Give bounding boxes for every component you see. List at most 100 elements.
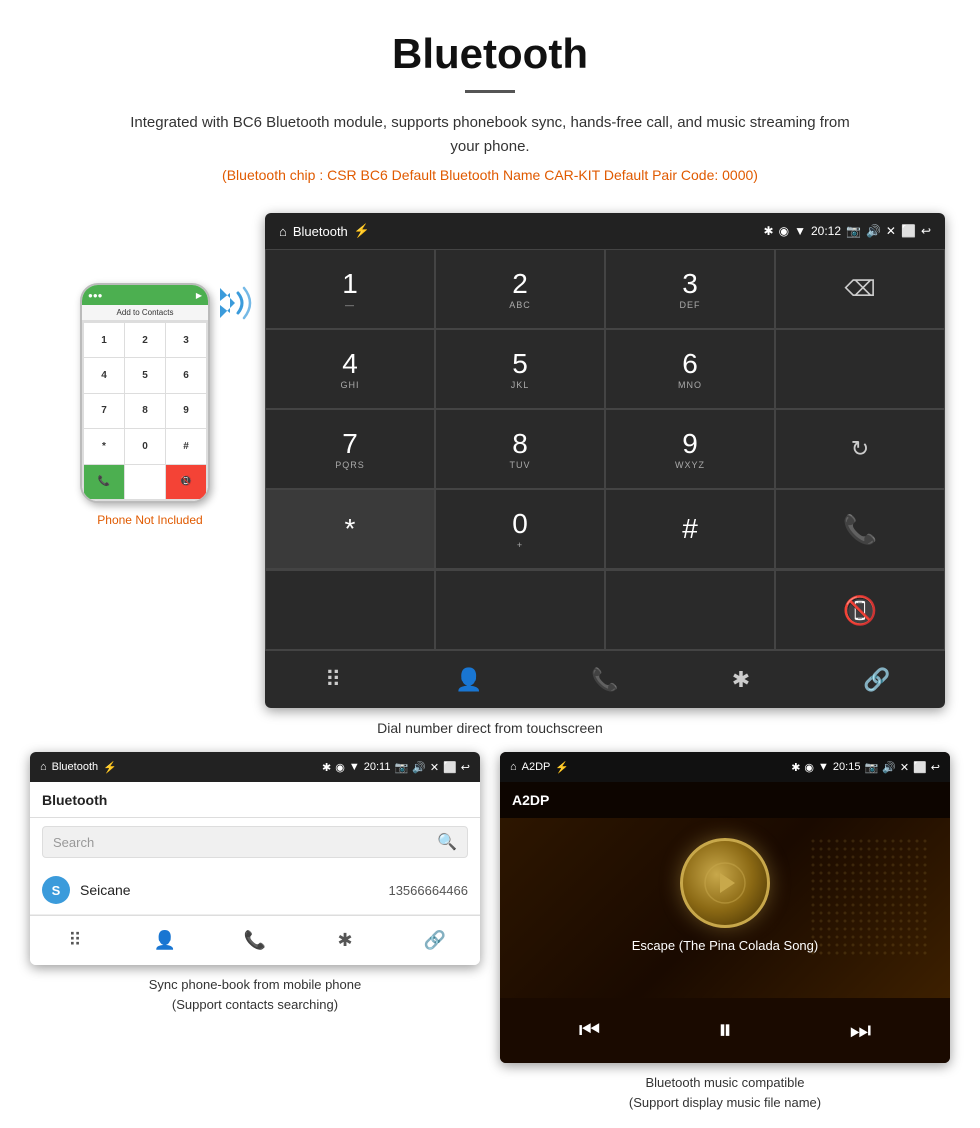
dial-key-7[interactable]: 7 PQRS (265, 409, 435, 489)
dial-refresh-button[interactable]: ↻ (775, 409, 945, 489)
phone-key-9: 9 (166, 394, 206, 428)
pb-title: Bluetooth (42, 792, 107, 808)
ms-status-bar: ⌂ A2DP ⚡ ✱ ◉ ▼ 20:15 📷 🔊 ✕ ⬜ ↩ (500, 752, 950, 782)
pb-nav-link[interactable]: 🔗 (390, 916, 480, 965)
pb-nav-contacts[interactable]: 👤 (120, 916, 210, 965)
usb-icon: ⚡ (354, 223, 370, 239)
nav-dialpad-icon[interactable]: ⠿ (265, 651, 401, 708)
phone-contact-bar: Add to Contacts (82, 305, 208, 321)
dial-key-hash[interactable]: # (605, 489, 775, 569)
top-section: ●●●▶ Add to Contacts 1 2 3 4 5 6 7 8 (30, 213, 950, 708)
phone-key-call: 📞 (84, 465, 124, 499)
description-text: Integrated with BC6 Bluetooth module, su… (115, 111, 865, 159)
dial-key-star[interactable]: * (265, 489, 435, 569)
ms-dots-background (810, 838, 930, 958)
phone-key-8: 8 (125, 394, 165, 428)
phonebook-screen: ⌂ Bluetooth ⚡ ✱ ◉ ▼ 20:11 📷 🔊 ✕ ⬜ ↩ (30, 752, 480, 965)
page-title: Bluetooth (20, 30, 960, 78)
status-left: ⌂ Bluetooth ⚡ (279, 223, 370, 239)
pb-x-icon: ✕ (430, 761, 439, 774)
ms-signal-icon: ▼ (818, 761, 829, 773)
ms-album-area: Escape (The Pina Colada Song) (500, 818, 950, 998)
ms-app-title: A2DP (512, 792, 549, 808)
pb-nav-bluetooth[interactable]: ✱ (300, 916, 390, 965)
pb-contact-name: Seicane (80, 882, 388, 898)
nav-contacts-icon[interactable]: 👤 (401, 651, 537, 708)
pb-status-bar: ⌂ Bluetooth ⚡ ✱ ◉ ▼ 20:11 📷 🔊 ✕ ⬜ ↩ (30, 752, 480, 782)
pb-contact-avatar: S (42, 876, 70, 904)
android-bottom-nav: ⠿ 👤 📞 ✱ 🔗 (265, 650, 945, 708)
pb-contact-row[interactable]: S Seicane 13566664466 (30, 866, 480, 915)
close-icon: ✕ (886, 224, 896, 238)
ms-usb-icon: ⚡ (555, 761, 569, 774)
pb-search-placeholder: Search (53, 835, 94, 850)
dial-key-8[interactable]: 8 TUV (435, 409, 605, 489)
pb-search-box[interactable]: Search 🔍 (42, 826, 468, 858)
music-caption: Bluetooth music compatible(Support displ… (629, 1073, 821, 1112)
dial-empty-r2 (775, 329, 945, 409)
phone-key-end: 📵 (166, 465, 206, 499)
dial-key-4[interactable]: 4 GHI (265, 329, 435, 409)
dial-key-1[interactable]: 1 — (265, 249, 435, 329)
phone-key-5: 5 (125, 358, 165, 392)
pb-nav-dialpad[interactable]: ⠿ (30, 916, 120, 965)
pb-time: 20:11 (364, 761, 391, 773)
phone-key-1: 1 (84, 323, 124, 357)
pb-title-bar: Bluetooth (30, 782, 480, 818)
ms-next-button[interactable]: ⏭ (850, 1017, 872, 1045)
ms-screen-icon: ⬜ (913, 761, 927, 774)
nav-bluetooth-icon[interactable]: ✱ (673, 651, 809, 708)
phone-keypad: 1 2 3 4 5 6 7 8 9 * 0 # 📞 (82, 321, 208, 501)
dial-key-5[interactable]: 5 JKL (435, 329, 605, 409)
ms-status-label: A2DP (522, 761, 551, 773)
ms-song-title: Escape (The Pina Colada Song) (632, 938, 818, 953)
pb-bottom-bar: ⠿ 👤 📞 ✱ 🔗 (30, 915, 480, 965)
signal-icon: ▼ (794, 224, 806, 238)
dial-key-9[interactable]: 9 WXYZ (605, 409, 775, 489)
ms-home-icon: ⌂ (510, 761, 517, 773)
phone-side: ●●●▶ Add to Contacts 1 2 3 4 5 6 7 8 (35, 213, 265, 527)
pb-bt-icon: ✱ (322, 761, 331, 774)
dial-empty-bottom-3 (605, 570, 775, 650)
ms-title-bar: A2DP (500, 782, 950, 818)
bottom-section: ⌂ Bluetooth ⚡ ✱ ◉ ▼ 20:11 📷 🔊 ✕ ⬜ ↩ (30, 752, 950, 1112)
dial-key-2[interactable]: 2 ABC (435, 249, 605, 329)
dial-status-bar: ⌂ Bluetooth ⚡ ✱ ◉ ▼ 20:12 📷 🔊 ✕ ⬜ ↩ (265, 213, 945, 249)
ms-time: 20:15 (833, 761, 861, 773)
phone-key-4: 4 (84, 358, 124, 392)
ms-back-icon: ↩ (931, 761, 940, 774)
dial-key-6[interactable]: 6 MNO (605, 329, 775, 409)
dial-backspace-button[interactable]: ⌫ (775, 249, 945, 329)
ms-bt-icon: ✱ (791, 761, 800, 774)
pb-loc-icon: ◉ (335, 761, 345, 774)
ms-album-art (680, 838, 770, 928)
pb-home-icon: ⌂ (40, 761, 47, 773)
dial-empty-bottom-1 (265, 570, 435, 650)
status-right: ✱ ◉ ▼ 20:12 📷 🔊 ✕ ⬜ ↩ (764, 224, 931, 238)
dial-empty-bottom-2 (435, 570, 605, 650)
nav-phone-icon[interactable]: 📞 (537, 651, 673, 708)
phone-not-included-label: Phone Not Included (97, 513, 202, 527)
android-dial-screen: ⌂ Bluetooth ⚡ ✱ ◉ ▼ 20:12 📷 🔊 ✕ ⬜ ↩ (265, 213, 945, 708)
phone-key-3: 3 (166, 323, 206, 357)
nav-link-icon[interactable]: 🔗 (809, 651, 945, 708)
pb-screen-icon: ⬜ (443, 761, 457, 774)
phone-key-0: 0 (125, 429, 165, 463)
ms-playpause-button[interactable]: ⏸ (718, 1014, 732, 1047)
specs-line: (Bluetooth chip : CSR BC6 Default Blueto… (20, 167, 960, 183)
dial-key-0[interactable]: 0 + (435, 489, 605, 569)
ms-cam-icon: 📷 (864, 761, 878, 774)
dial-call-button[interactable]: 📞 (775, 489, 945, 569)
ms-x-icon: ✕ (900, 761, 909, 774)
pb-nav-phone[interactable]: 📞 (210, 916, 300, 965)
bluetooth-icon: ✱ (764, 224, 774, 238)
time-display: 20:12 (811, 224, 841, 238)
dial-endcall-button-2[interactable]: 📵 (775, 570, 945, 650)
volume-icon: 🔊 (866, 224, 881, 238)
pb-search-icon: 🔍 (437, 832, 457, 852)
ms-prev-button[interactable]: ⏮ (579, 1017, 601, 1045)
camera-icon: 📷 (846, 224, 861, 238)
dial-key-3[interactable]: 3 DEF (605, 249, 775, 329)
title-section: Bluetooth Integrated with BC6 Bluetooth … (0, 0, 980, 193)
home-icon: ⌂ (279, 224, 287, 239)
